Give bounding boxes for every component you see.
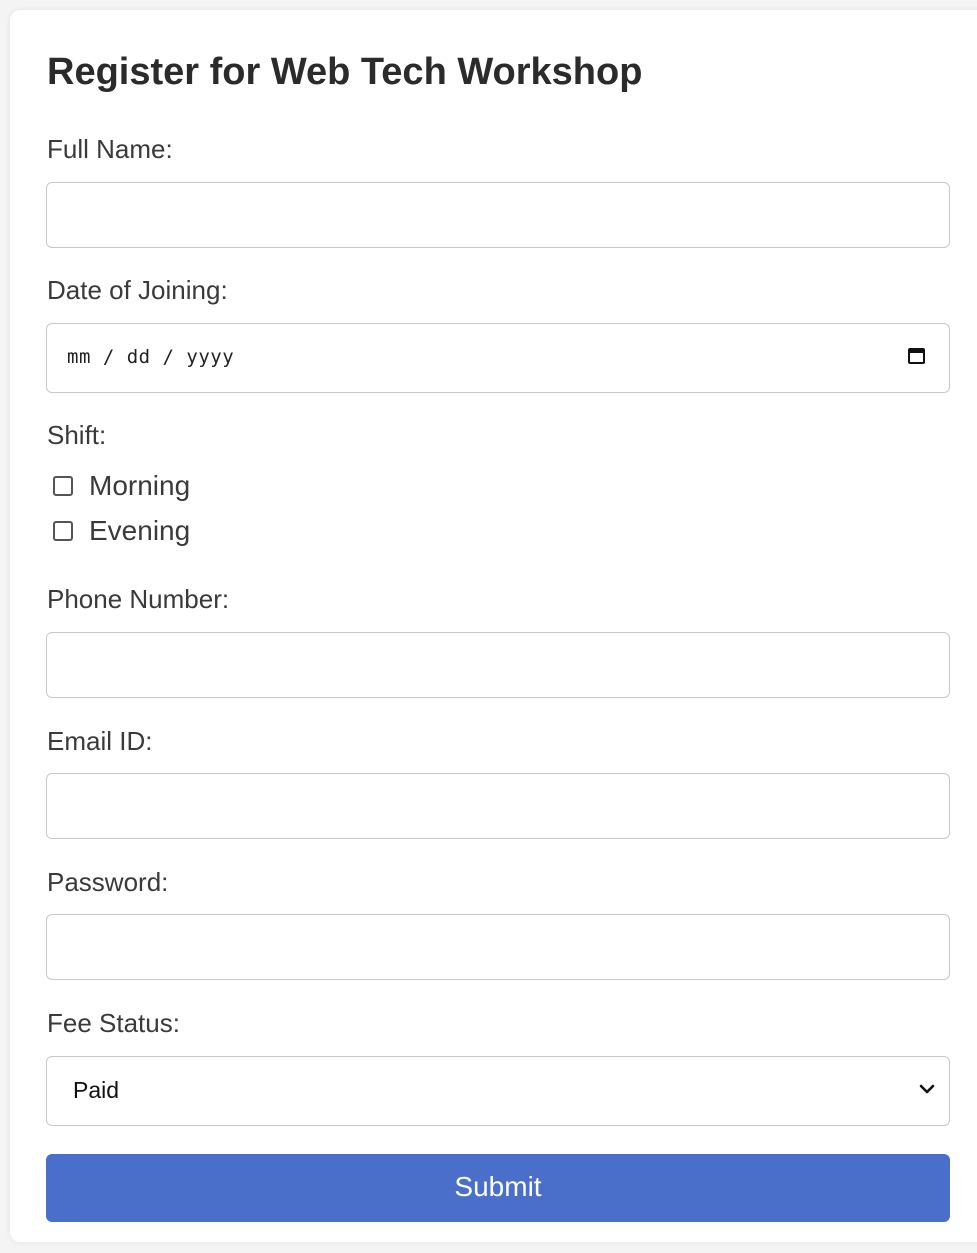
fee-status-label: Fee Status: [47, 1008, 180, 1038]
fee-status-select[interactable]: Paid [46, 1056, 950, 1126]
date-of-joining-label: Date of Joining: [47, 275, 228, 305]
password-label: Password: [47, 867, 169, 897]
email-id-label: Email ID: [47, 726, 153, 756]
date-of-joining-input[interactable]: mm / dd / yyyy [46, 323, 950, 393]
full-name-input[interactable] [46, 182, 950, 248]
chevron-down-icon [919, 1084, 935, 1094]
shift-option-morning[interactable]: Morning [53, 470, 191, 501]
fee-status-selected-value: Paid [73, 1077, 120, 1103]
evening-checkbox[interactable] [53, 521, 73, 541]
shift-option-evening[interactable]: Evening [53, 515, 191, 546]
phone-number-input[interactable] [46, 632, 950, 698]
submit-button[interactable]: Submit [46, 1154, 950, 1222]
morning-label: Morning [89, 470, 191, 501]
shift-label: Shift: [47, 420, 107, 450]
phone-number-label: Phone Number: [47, 584, 230, 614]
calendar-icon[interactable] [908, 348, 925, 364]
morning-checkbox[interactable] [53, 476, 73, 496]
evening-label: Evening [89, 515, 191, 546]
registration-form: Register for Web Tech Workshop Full Name… [10, 10, 977, 1242]
password-input[interactable] [46, 914, 950, 980]
form-title: Register for Web Tech Workshop [47, 51, 643, 93]
email-id-input[interactable] [46, 773, 950, 839]
full-name-label: Full Name: [47, 134, 173, 164]
date-placeholder: mm / dd / yyyy [67, 346, 235, 368]
